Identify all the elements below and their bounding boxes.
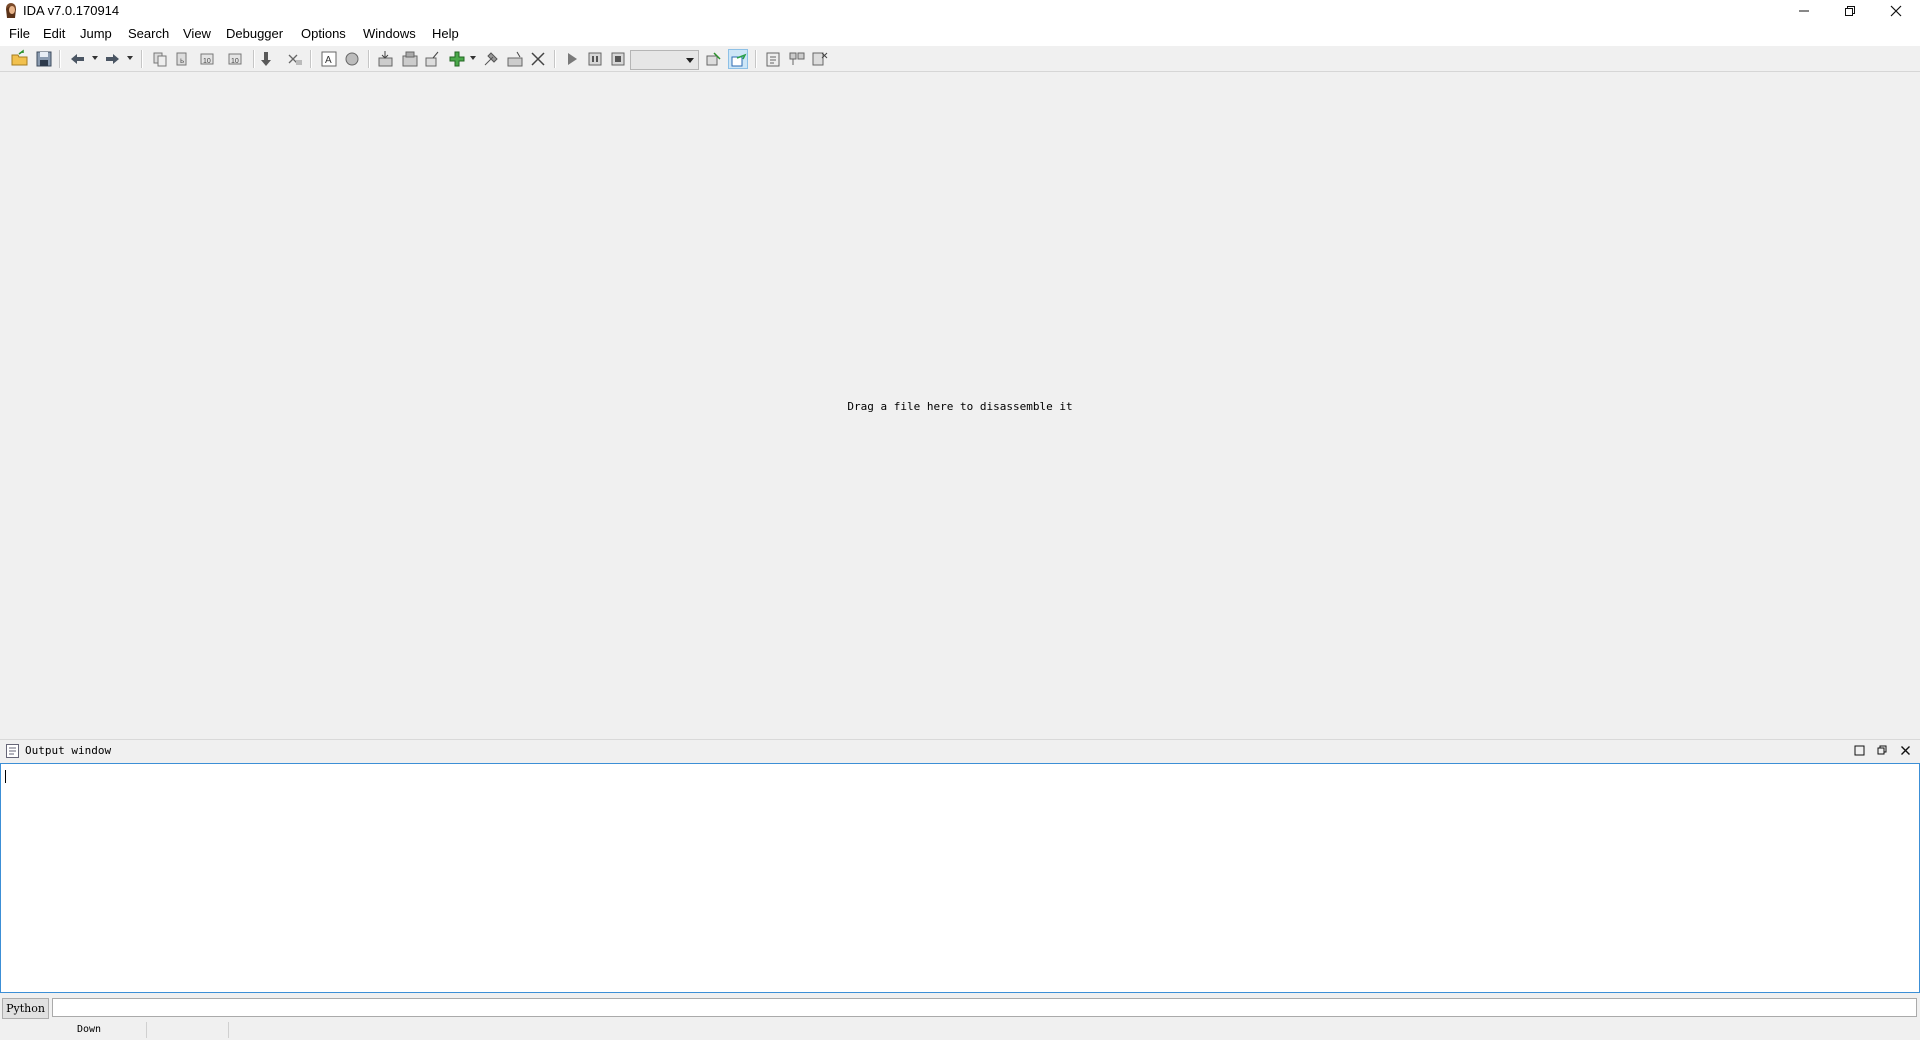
output-window-text-area[interactable] (0, 763, 1920, 993)
main-area[interactable]: Drag a file here to disassemble it (0, 72, 1920, 738)
menu-file[interactable]: File (9, 26, 30, 41)
stop-icon[interactable] (608, 49, 628, 69)
enums-icon[interactable] (810, 49, 830, 69)
cli-input[interactable] (52, 998, 1917, 1017)
float-panel-icon[interactable] (1874, 743, 1890, 759)
output-window-title: Output window (25, 744, 112, 757)
menu-jump[interactable]: Jump (80, 26, 112, 41)
drop-hint: Drag a file here to disassemble it (847, 400, 1073, 413)
menu-search[interactable]: Search (128, 26, 169, 41)
toolbar-separator (368, 50, 370, 68)
forward-dropdown-icon[interactable] (127, 56, 133, 60)
save-icon[interactable] (34, 49, 54, 69)
analyze-icon[interactable] (505, 49, 525, 69)
output-window-icon (6, 744, 19, 758)
command-line-row: Python (0, 996, 1920, 1020)
graph-icon[interactable] (423, 49, 443, 69)
hammer-icon[interactable] (481, 49, 501, 69)
output-window-header: Output window (0, 739, 1920, 762)
down-arrow-icon[interactable] (256, 49, 276, 69)
minimize-button[interactable] (1781, 0, 1827, 22)
back-dropdown-icon[interactable] (92, 56, 98, 60)
forward-icon[interactable] (102, 49, 122, 69)
menu-edit[interactable]: Edit (43, 26, 65, 41)
text-icon[interactable]: A (319, 49, 339, 69)
svg-text:10: 10 (231, 58, 239, 65)
toolbar: ь 10 10 A (0, 46, 1920, 72)
undo-icon[interactable]: 10 (197, 49, 217, 69)
redo-icon[interactable]: 10 (225, 49, 245, 69)
toolbar-separator (554, 50, 556, 68)
step-icon[interactable] (728, 49, 748, 69)
menu-options[interactable]: Options (301, 26, 346, 41)
close-icon[interactable] (528, 49, 548, 69)
text-caret (5, 770, 6, 783)
plugin-icon[interactable] (447, 49, 467, 69)
cli-language-button[interactable]: Python (2, 998, 49, 1019)
status-bar: Down (0, 1020, 1920, 1040)
toolbar-separator (310, 50, 312, 68)
paste-icon[interactable]: ь (173, 49, 193, 69)
menu-bar: File Edit Jump Search View Debugger Opti… (0, 22, 1920, 46)
window-title: IDA v7.0.170914 (23, 3, 120, 18)
debug-attach-icon[interactable] (704, 49, 724, 69)
maximize-panel-icon[interactable] (1851, 743, 1867, 759)
ida-logo-icon (6, 3, 16, 18)
status-cell-empty (148, 1022, 229, 1038)
toolbar-separator (141, 50, 143, 68)
svg-text:10: 10 (203, 58, 211, 65)
chevron-down-icon (686, 58, 694, 63)
segment-icon[interactable] (400, 49, 420, 69)
menu-debugger[interactable]: Debugger (226, 26, 283, 41)
toolbar-separator (253, 50, 255, 68)
select-icon[interactable] (285, 49, 305, 69)
play-icon[interactable] (562, 49, 582, 69)
close-window-button[interactable] (1873, 0, 1919, 22)
structs-icon[interactable] (787, 49, 807, 69)
pause-icon[interactable] (585, 49, 605, 69)
menu-windows[interactable]: Windows (363, 26, 416, 41)
copy-icon[interactable] (150, 49, 170, 69)
back-icon[interactable] (68, 49, 88, 69)
toolbar-separator (59, 50, 61, 68)
close-panel-icon[interactable] (1897, 743, 1913, 759)
plugin-dropdown-icon[interactable] (470, 56, 476, 60)
toolbar-separator (755, 50, 757, 68)
menu-help[interactable]: Help (432, 26, 459, 41)
debugger-select[interactable] (630, 50, 699, 70)
patch-icon[interactable] (376, 49, 396, 69)
open-icon[interactable] (10, 49, 30, 69)
restore-button[interactable] (1827, 0, 1873, 22)
menu-view[interactable]: View (183, 26, 211, 41)
circle-icon[interactable] (342, 49, 362, 69)
svg-text:A: A (325, 55, 332, 66)
strings-icon[interactable] (764, 49, 784, 69)
status-direction: Down (62, 1022, 147, 1038)
title-bar: IDA v7.0.170914 (0, 0, 1920, 22)
svg-text:ь: ь (180, 56, 184, 65)
